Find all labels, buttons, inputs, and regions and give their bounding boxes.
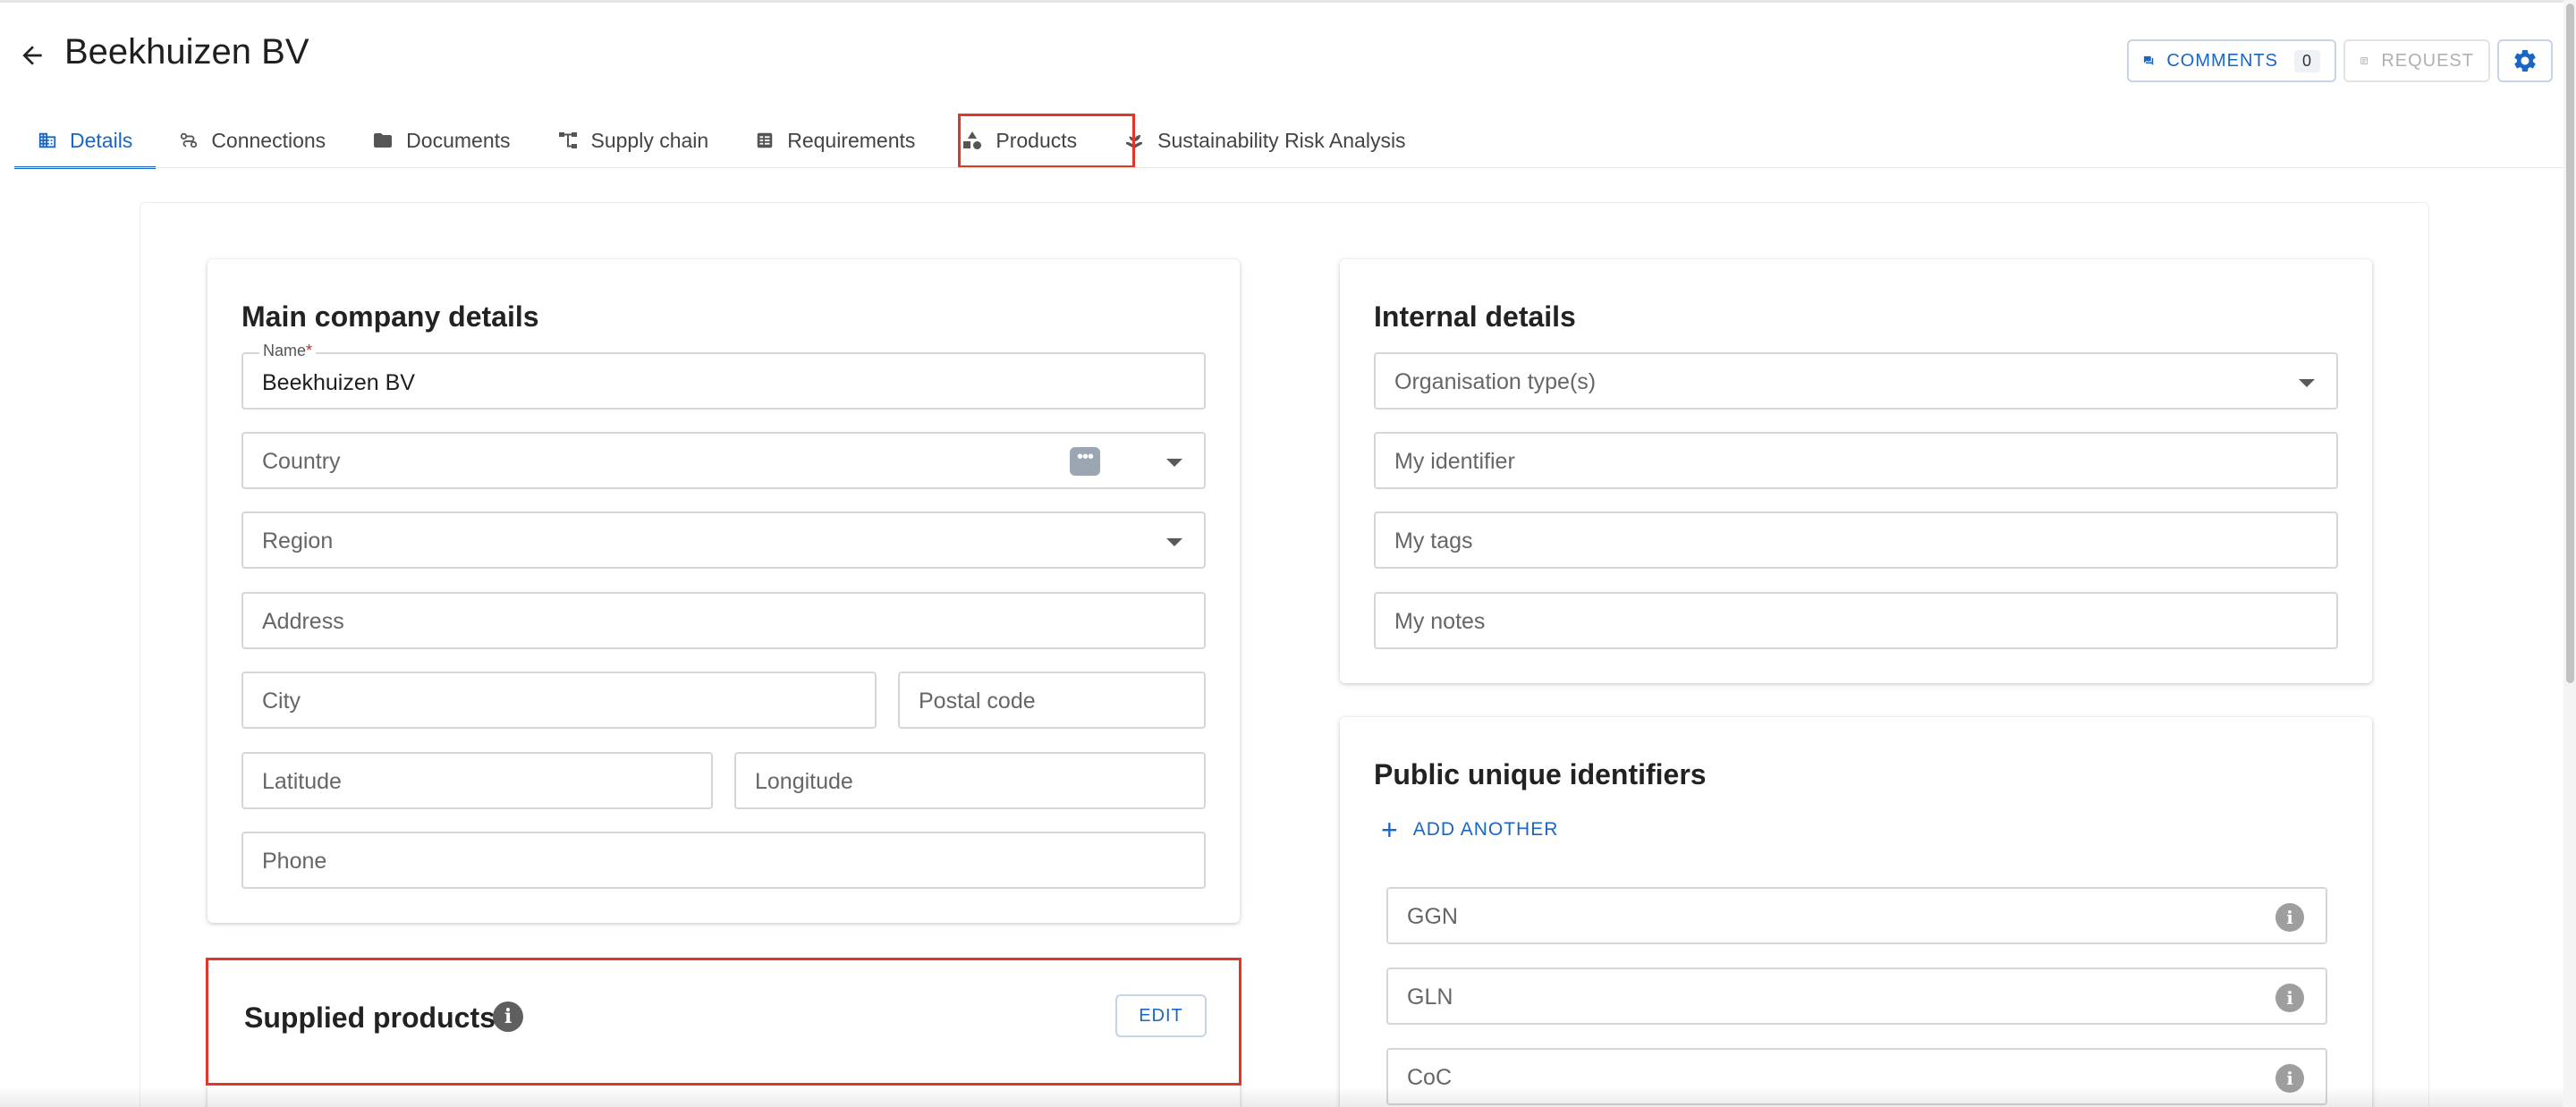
country-placeholder: Country (262, 449, 341, 474)
plus-icon: + (1381, 814, 1399, 846)
ggn-field[interactable]: GGN i (1386, 887, 2327, 944)
city-placeholder: City (262, 689, 301, 714)
header-actions: COMMENTS 0 REQUEST (2127, 39, 2553, 82)
latitude-placeholder: Latitude (262, 769, 342, 794)
internal-details-card: Internal details Organisation type(s) My… (1340, 259, 2372, 683)
request-label: REQUEST (2381, 50, 2474, 71)
page-title: Beekhuizen BV (64, 32, 309, 72)
gln-field[interactable]: GLN i (1386, 968, 2327, 1025)
checklist-icon (757, 132, 773, 148)
top-border (0, 0, 2576, 3)
info-icon[interactable]: i (2275, 1064, 2304, 1093)
card-title: Public unique identifiers (1374, 758, 1707, 790)
tab-label: Requirements (787, 128, 916, 152)
tab-label: Documents (406, 128, 511, 152)
region-select[interactable]: Region (242, 511, 1206, 569)
tabs-divider (14, 167, 2576, 168)
tab-sustainability-risk-analysis[interactable]: Sustainability Risk Analysis (1100, 113, 1428, 168)
longitude-field[interactable]: Longitude (734, 752, 1206, 809)
add-another-button[interactable]: + ADD ANOTHER (1381, 815, 1558, 844)
my-identifier-placeholder: My identifier (1394, 449, 1515, 474)
tab-connections[interactable]: Connections (156, 113, 349, 168)
comments-count-badge: 0 (2293, 49, 2320, 72)
tab-documents[interactable]: Documents (349, 113, 533, 168)
longitude-placeholder: Longitude (755, 769, 853, 794)
info-icon[interactable]: i (2275, 984, 2304, 1012)
address-placeholder: Address (262, 609, 344, 634)
name-value: Beekhuizen BV (262, 370, 415, 395)
region-placeholder: Region (262, 528, 334, 554)
main-company-details-card: Main company details Name* Beekhuizen BV… (208, 259, 1240, 923)
tab-bar: Details Connections Documents Supply cha… (14, 113, 1429, 169)
chevron-down-icon (2299, 379, 2315, 387)
tab-label: Details (70, 128, 133, 152)
request-button[interactable]: REQUEST (2343, 39, 2490, 82)
supplied-products-title: Supplied products (244, 1001, 496, 1034)
postal-code-field[interactable]: Postal code (898, 672, 1206, 729)
add-another-label: ADD ANOTHER (1412, 819, 1559, 840)
name-label-text: Name (263, 342, 307, 359)
name-field-label: Name* (259, 342, 317, 360)
tab-products[interactable]: Products (938, 113, 1100, 168)
phone-field[interactable]: Phone (242, 832, 1206, 889)
card-title: Main company details (242, 300, 539, 333)
supplied-products-highlight: Supplied products i EDIT (206, 958, 1241, 1086)
tab-label: Products (996, 128, 1078, 152)
postal-code-placeholder: Postal code (919, 689, 1036, 714)
tab-label: Supply chain (590, 128, 709, 152)
latitude-field[interactable]: Latitude (242, 752, 713, 809)
connections-icon (181, 132, 198, 148)
tab-requirements[interactable]: Requirements (732, 113, 938, 168)
chevron-down-icon (1166, 538, 1182, 546)
settings-button[interactable] (2497, 39, 2553, 82)
organisation-type-select[interactable]: Organisation type(s) (1374, 352, 2338, 410)
organisation-type-placeholder: Organisation type(s) (1394, 369, 1597, 394)
my-tags-field[interactable]: My tags (1374, 511, 2338, 569)
shapes-icon (963, 131, 982, 149)
info-icon[interactable]: i (493, 1001, 523, 1032)
chat-icon (2144, 55, 2154, 66)
gear-icon (2514, 49, 2536, 72)
tab-supply-chain[interactable]: Supply chain (534, 113, 733, 168)
info-icon[interactable]: i (2275, 903, 2304, 932)
gln-placeholder: GLN (1407, 984, 1453, 1010)
comments-label: COMMENTS (2166, 50, 2278, 71)
tab-label: Connections (211, 128, 326, 152)
edit-button[interactable]: EDIT (1115, 994, 1207, 1037)
scrollbar-thumb[interactable] (2566, 4, 2574, 683)
arrow-left-icon (22, 46, 42, 65)
coc-placeholder: CoC (1407, 1065, 1453, 1090)
ggn-placeholder: GGN (1407, 904, 1458, 929)
my-notes-placeholder: My notes (1394, 609, 1486, 634)
tab-label: Sustainability Risk Analysis (1157, 128, 1406, 152)
my-notes-field[interactable]: My notes (1374, 592, 2338, 649)
address-field[interactable]: Address (242, 592, 1206, 649)
document-list-icon (2360, 57, 2368, 64)
public-identifiers-card: Public unique identifiers GGN i GLN i Co… (1340, 717, 2372, 1107)
more-horizontal-icon[interactable]: ••• (1070, 447, 1100, 476)
tab-details[interactable]: Details (14, 113, 157, 169)
my-tags-placeholder: My tags (1394, 528, 1473, 554)
plant-hand-icon (1126, 135, 1143, 148)
comments-button[interactable]: COMMENTS 0 (2127, 39, 2336, 82)
name-field[interactable]: Name* Beekhuizen BV (242, 342, 1206, 410)
card-title: Internal details (1374, 300, 1576, 333)
scrollbar[interactable] (2563, 0, 2576, 1107)
my-identifier-field[interactable]: My identifier (1374, 432, 2338, 489)
supply-chain-icon (558, 132, 577, 148)
building-icon (38, 132, 56, 148)
city-field[interactable]: City (242, 672, 877, 729)
country-select[interactable]: Country ••• (242, 432, 1206, 489)
required-marker: * (306, 342, 313, 359)
folder-icon (374, 133, 393, 148)
back-button[interactable] (13, 36, 52, 75)
phone-placeholder: Phone (262, 849, 327, 874)
chevron-down-icon (1166, 459, 1182, 467)
coc-field[interactable]: CoC i (1386, 1048, 2327, 1105)
